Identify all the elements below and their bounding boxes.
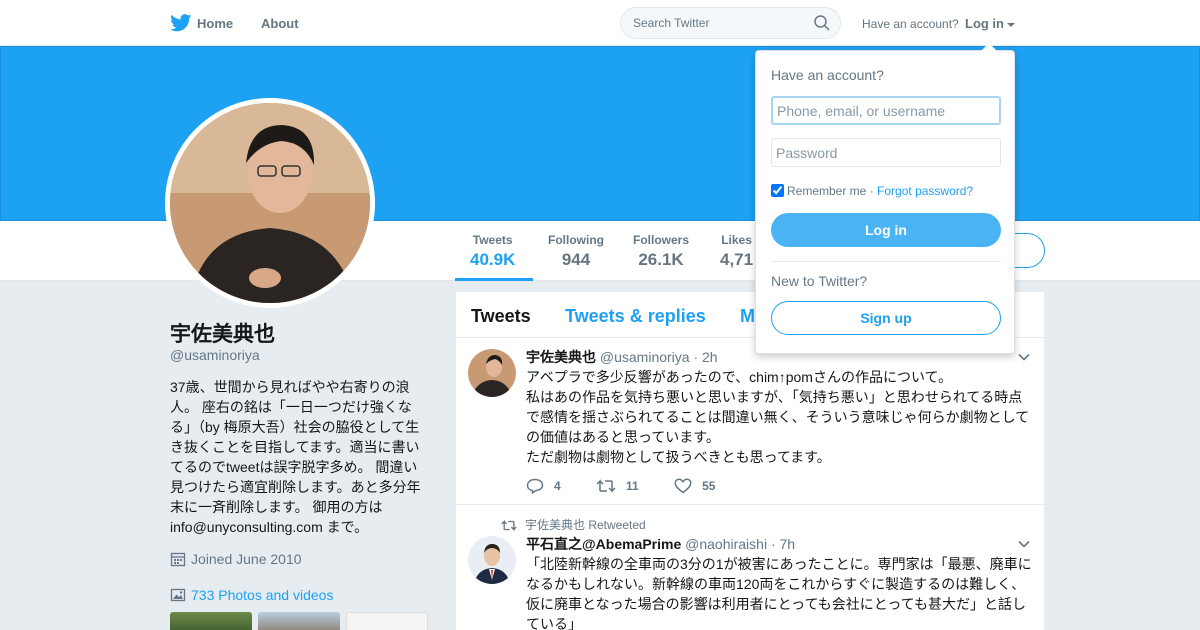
new-to-twitter-text: New to Twitter? <box>771 273 868 289</box>
search-input[interactable]: Search Twitter <box>633 16 709 30</box>
stat-value: 26.1K <box>638 250 684 269</box>
chevron-down-icon[interactable] <box>1018 538 1030 550</box>
photo-icon <box>170 588 186 602</box>
tab-media[interactable]: M <box>740 306 755 327</box>
heart-icon <box>674 478 692 494</box>
tweet-header: 宇佐美典也 @usaminoriya · 2h <box>526 347 718 367</box>
photo-thumbnail[interactable] <box>170 612 252 630</box>
tweet-time[interactable]: · 2h <box>693 349 717 365</box>
stat-label: Tweets <box>472 233 513 247</box>
stat-label: Likes <box>721 233 752 247</box>
like-action[interactable]: 55 <box>674 478 715 494</box>
retweet-action[interactable]: 11 <box>596 478 639 494</box>
photo-thumbnail[interactable] <box>346 612 428 630</box>
tweet-actions: 4 11 55 <box>526 478 747 495</box>
person-illustration <box>170 103 370 303</box>
tweet-avatar[interactable] <box>468 536 516 584</box>
dropdown-title: Have an account? <box>771 67 884 83</box>
top-navigation: Home About Search Twitter Have an accoun… <box>0 0 1200 46</box>
stat-label: Followers <box>633 233 690 247</box>
tweet-author-name[interactable]: 宇佐美典也 <box>526 349 596 365</box>
retweet-icon <box>501 519 517 532</box>
retweet-count: 11 <box>626 479 639 493</box>
login-menu-toggle[interactable]: Log in <box>965 16 1015 31</box>
stat-value: 40.9K <box>470 250 516 269</box>
signup-button[interactable]: Sign up <box>771 301 1001 335</box>
retweet-icon <box>596 479 616 493</box>
remember-me-label[interactable]: Remember me <box>787 184 866 198</box>
remember-row: Remember me · Forgot password? <box>771 184 973 198</box>
tweet-item[interactable]: 宇佐美典也 @usaminoriya · 2h アベプラで多少反響があったので、… <box>456 339 1044 505</box>
photo-thumbnail[interactable] <box>258 612 340 630</box>
nav-about-link[interactable]: About <box>261 16 299 31</box>
remember-me-checkbox[interactable] <box>771 184 784 197</box>
reply-icon <box>526 478 544 495</box>
retweeted-by-text[interactable]: 宇佐美典也 Retweeted <box>525 518 646 532</box>
stat-following[interactable]: Following 944 <box>548 233 604 270</box>
photos-videos-link[interactable]: 733 Photos and videos <box>170 587 333 603</box>
like-count: 55 <box>702 479 716 493</box>
tweet-header: 平石直之@AbemaPrime @naohiraishi · 7h <box>526 534 795 554</box>
have-account-text: Have an account? <box>862 17 959 31</box>
login-dropdown: Have an account? Remember me · Forgot pa… <box>755 43 1015 354</box>
profile-bio: 37歳、世間から見ればやや右寄りの浪人。 座右の銘は「一日一つだけ強くなる」（b… <box>170 379 421 535</box>
retweeted-indicator: 宇佐美典也 Retweeted <box>501 516 646 533</box>
stat-value: 4,71 <box>720 250 754 269</box>
tweet-author-name[interactable]: 平石直之@AbemaPrime <box>526 536 681 552</box>
stat-likes[interactable]: Likes 4,71 <box>720 233 753 270</box>
reply-count: 4 <box>554 479 561 493</box>
forgot-password-link[interactable]: Forgot password? <box>877 184 973 198</box>
stat-followers[interactable]: Followers 26.1K <box>633 233 689 270</box>
divider <box>771 261 1001 262</box>
chevron-down-icon[interactable] <box>1018 351 1030 363</box>
calendar-icon <box>170 552 186 567</box>
active-stat-underline <box>455 278 533 281</box>
nav-home-link[interactable]: Home <box>197 16 233 31</box>
tweet-item[interactable]: 宇佐美典也 Retweeted 平石直之@AbemaPrime @naohira… <box>456 506 1044 630</box>
tweet-time[interactable]: · 7h <box>771 536 795 552</box>
profile-avatar[interactable] <box>165 98 375 308</box>
photos-text[interactable]: 733 Photos and videos <box>191 587 333 603</box>
separator-dot: · <box>869 184 874 198</box>
tab-tweets[interactable]: Tweets <box>471 306 531 327</box>
stat-label: Following <box>548 233 604 247</box>
tweet-text: 「北陸新幹線の全車両の3分の1が被害にあったことに。専門家は「最悪、廃車になるか… <box>526 556 1032 630</box>
joined-date: Joined June 2010 <box>170 551 302 567</box>
password-field[interactable] <box>771 138 1001 167</box>
twitter-bird-icon[interactable] <box>170 14 192 32</box>
caret-down-icon <box>1007 22 1015 27</box>
login-label[interactable]: Log in <box>965 16 1004 31</box>
avatar-photo <box>170 103 370 303</box>
profile-handle[interactable]: @usaminoriya <box>170 347 260 363</box>
login-button[interactable]: Log in <box>771 213 1001 247</box>
avatar-photo <box>468 536 516 584</box>
username-field[interactable] <box>771 96 1001 125</box>
reply-action[interactable]: 4 <box>526 478 561 495</box>
profile-name[interactable]: 宇佐美典也 <box>170 318 275 348</box>
tweet-text: アベプラで多少反響があったので、chim↑pomさんの作品について。 私はあの作… <box>526 369 1030 465</box>
stat-value: 944 <box>561 250 591 269</box>
search-box[interactable]: Search Twitter <box>620 7 841 39</box>
search-icon[interactable] <box>814 15 830 31</box>
stat-tweets[interactable]: Tweets 40.9K <box>470 233 515 270</box>
joined-text: Joined June 2010 <box>191 551 302 567</box>
tweet-avatar[interactable] <box>468 349 516 397</box>
tweet-author-handle[interactable]: @naohiraishi <box>685 536 767 552</box>
tweet-author-handle[interactable]: @usaminoriya <box>600 349 690 365</box>
tab-tweets-replies[interactable]: Tweets & replies <box>565 306 706 327</box>
avatar-photo <box>468 349 516 397</box>
